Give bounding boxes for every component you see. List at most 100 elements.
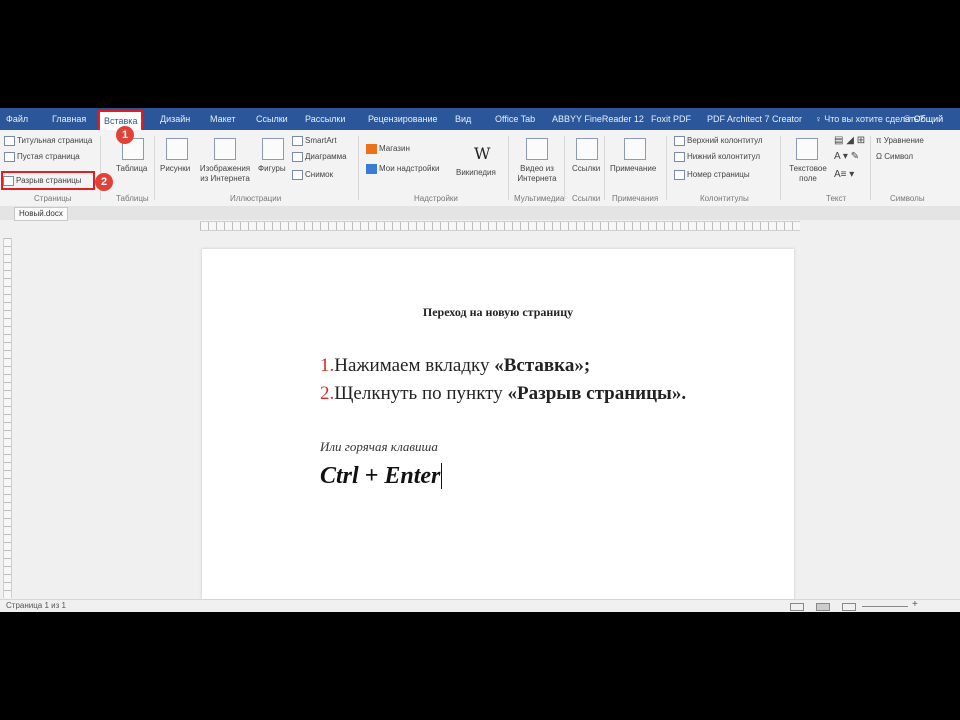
cover-page-icon	[4, 136, 15, 146]
pi-icon: π	[876, 136, 884, 145]
comment-button[interactable]: Примечание	[610, 164, 656, 174]
cover-page-button[interactable]: Титульная страница	[4, 136, 92, 146]
textbox-icon	[796, 138, 818, 160]
online-video-button[interactable]: Видео из Интернета	[514, 164, 560, 184]
document-tab-strip: Новый.docx	[0, 206, 960, 221]
page-count[interactable]: Страница 1 из 1	[6, 601, 66, 610]
quick-parts-icon[interactable]: ▤ ◢ ⊞	[834, 136, 865, 146]
tab-mailings[interactable]: Рассылки	[305, 111, 345, 127]
links-button[interactable]: Ссылки	[572, 164, 600, 174]
video-icon	[526, 138, 548, 160]
tab-pdf-architect[interactable]: PDF Architect 7 Creator	[707, 111, 802, 127]
tab-layout[interactable]: Макет	[210, 111, 235, 127]
store-icon	[366, 144, 377, 154]
step-two: 2.Щелкнуть по пункту «Разрыв страницы».	[320, 383, 686, 405]
hotkey-text: Ctrl + Enter	[320, 463, 443, 489]
group-divider	[358, 136, 359, 200]
group-label-comments: Примечания	[612, 194, 659, 203]
group-label-header-footer: Колонтитулы	[700, 194, 749, 203]
shapes-button[interactable]: Фигуры	[258, 164, 286, 174]
print-layout-icon[interactable]	[816, 603, 830, 611]
online-pictures-icon	[214, 138, 236, 160]
tab-home[interactable]: Главная	[52, 111, 86, 127]
zoom-slider[interactable]	[862, 606, 908, 607]
group-label-illustrations: Иллюстрации	[230, 194, 282, 203]
document-tab[interactable]: Новый.docx	[14, 207, 68, 221]
header-icon	[674, 136, 685, 146]
web-layout-icon[interactable]	[842, 603, 856, 611]
text-cursor	[441, 463, 443, 489]
equation-button[interactable]: π Уравнение	[876, 136, 924, 146]
tab-file[interactable]: Файл	[6, 111, 28, 127]
step-number: 2.	[320, 383, 335, 404]
online-pictures-button[interactable]: Изображения из Интернета	[196, 164, 254, 184]
step-badge-two: 2	[95, 173, 113, 191]
group-label-links: Ссылки	[572, 194, 601, 203]
group-label-symbols: Символы	[890, 194, 925, 203]
tab-view[interactable]: Вид	[455, 111, 471, 127]
tab-abbyy[interactable]: ABBYY FineReader 12	[552, 111, 644, 127]
group-divider	[508, 136, 509, 200]
header-button[interactable]: Верхний колонтитул	[674, 136, 763, 146]
group-divider	[604, 136, 605, 200]
step-emphasis: «Разрыв страницы».	[507, 383, 687, 404]
tab-references[interactable]: Ссылки	[256, 111, 288, 127]
blank-page-button[interactable]: Пустая страница	[4, 152, 80, 162]
word-window: Файл Главная Вставка Дизайн Макет Ссылки…	[0, 108, 960, 612]
wikipedia-button[interactable]: Википедия	[456, 168, 496, 178]
group-label-addins: Надстройки	[414, 194, 458, 203]
group-divider	[666, 136, 667, 200]
page-number-button[interactable]: Номер страницы	[674, 170, 750, 180]
footer-button[interactable]: Нижний колонтитул	[674, 152, 760, 162]
screenshot-icon	[292, 170, 303, 180]
zoom-in-icon[interactable]: +	[912, 599, 918, 610]
step-badge-one: 1	[116, 126, 134, 144]
ribbon-tab-bar: Файл Главная Вставка Дизайн Макет Ссылки…	[0, 108, 960, 140]
group-label-pages: Страницы	[34, 194, 72, 203]
link-icon	[576, 138, 598, 160]
comment-icon	[624, 138, 646, 160]
my-addins-button[interactable]: Мои надстройки	[366, 164, 439, 174]
symbol-button[interactable]: Ω Символ	[876, 152, 913, 162]
step-one: 1.Нажимаем вкладку «Вставка»;	[320, 355, 590, 377]
group-divider	[564, 136, 565, 200]
hotkey-hint: Или горячая клавиша	[320, 439, 438, 454]
group-divider	[780, 136, 781, 200]
vertical-ruler[interactable]	[3, 238, 12, 598]
page-number-icon	[674, 170, 685, 180]
group-label-media: Мультимедиа	[514, 194, 565, 203]
tab-foxit[interactable]: Foxit PDF	[651, 111, 691, 127]
lightbulb-icon: ♀	[815, 114, 825, 124]
document-page[interactable]: Переход на новую страницу 1.Нажимаем вкл…	[202, 249, 794, 599]
chart-button[interactable]: Диаграмма	[292, 152, 347, 162]
person-icon: ⚇	[903, 114, 914, 124]
tab-office-tab[interactable]: Office Tab	[495, 111, 535, 127]
shapes-icon	[262, 138, 284, 160]
textbox-button[interactable]: Текстовое поле	[786, 164, 830, 184]
document-heading: Переход на новую страницу	[422, 305, 574, 319]
group-label-tables: Таблицы	[116, 194, 149, 203]
table-button[interactable]: Таблица	[116, 164, 147, 174]
dropcap-icon[interactable]: A≡ ▾	[834, 170, 854, 180]
tab-review[interactable]: Рецензирование	[368, 111, 438, 127]
group-divider	[154, 136, 155, 200]
tab-design[interactable]: Дизайн	[160, 111, 190, 127]
horizontal-ruler[interactable]	[200, 221, 800, 231]
step-emphasis: «Вставка»;	[494, 355, 591, 376]
read-mode-icon[interactable]	[790, 603, 804, 611]
pictures-icon	[166, 138, 188, 160]
group-label-text: Текст	[826, 194, 847, 203]
smartart-button[interactable]: SmartArt	[292, 136, 337, 146]
store-button[interactable]: Магазин	[366, 144, 410, 154]
page-break-icon	[3, 175, 14, 186]
pictures-button[interactable]: Рисунки	[160, 164, 190, 174]
status-bar: Страница 1 из 1 +	[0, 599, 960, 612]
page-break-button[interactable]: Разрыв страницы	[1, 171, 95, 190]
step-number: 1.	[320, 355, 335, 376]
blank-page-icon	[4, 152, 15, 162]
wikipedia-icon[interactable]: W	[474, 144, 490, 163]
smartart-icon	[292, 136, 303, 146]
wordart-icon[interactable]: A ▾ ✎	[834, 152, 859, 162]
screenshot-button[interactable]: Снимок	[292, 170, 333, 180]
ribbon-insert: Титульная страница Пустая страница Разры…	[0, 126, 960, 207]
